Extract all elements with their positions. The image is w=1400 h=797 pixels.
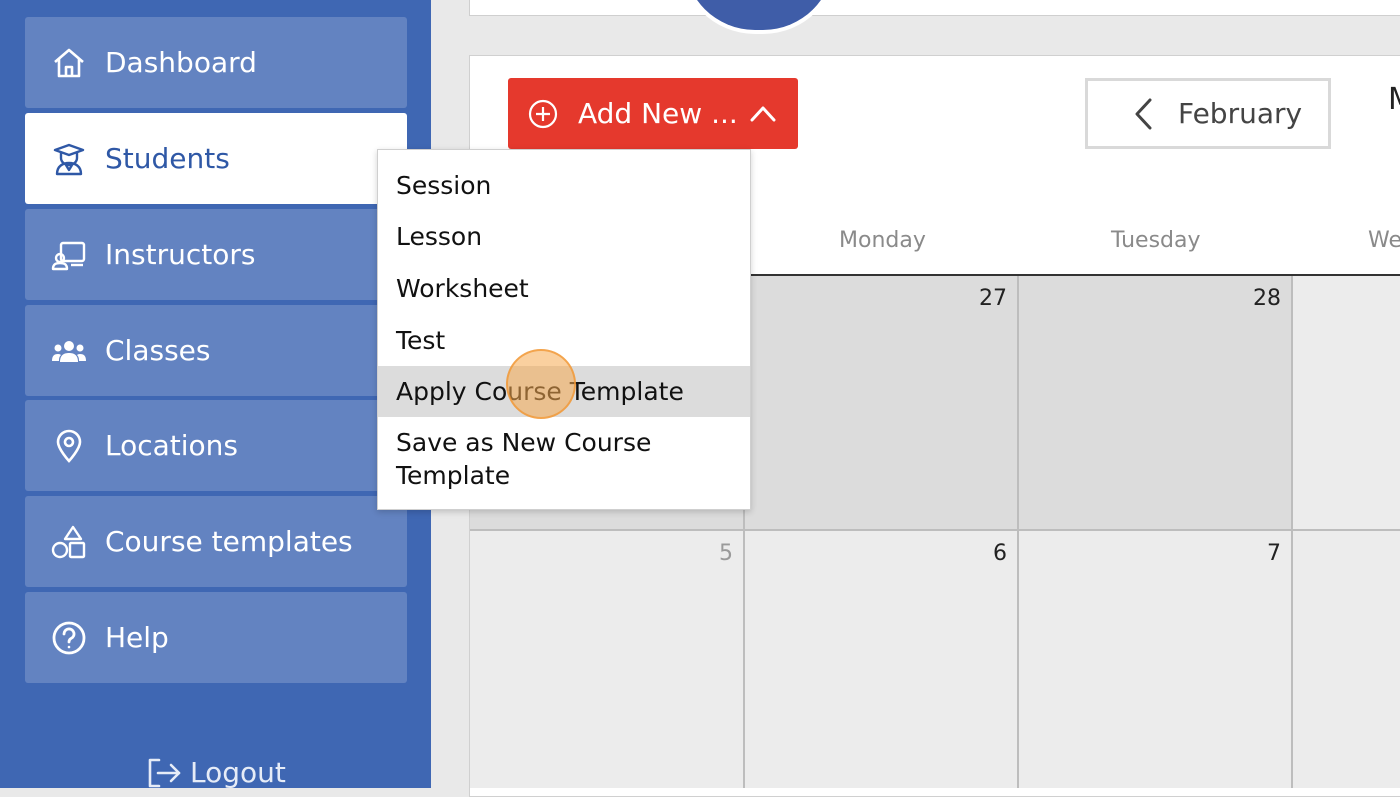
day-header-monday: Monday (839, 228, 926, 253)
sidebar-item-classes[interactable]: Classes (25, 305, 407, 396)
menu-item-test[interactable]: Test (378, 324, 750, 357)
sidebar-item-label: Help (105, 621, 169, 654)
avatar[interactable] (680, 0, 838, 34)
chevron-left-icon (1130, 97, 1158, 131)
sidebar-item-label: Locations (105, 429, 239, 462)
calendar-day-cell[interactable] (1293, 531, 1400, 788)
calendar-day-cell[interactable]: 27 (745, 276, 1019, 531)
calendar-day-cell[interactable]: 6 (745, 531, 1019, 788)
previous-month-button[interactable]: February (1085, 78, 1331, 149)
menu-item-worksheet[interactable]: Worksheet (378, 272, 750, 305)
day-header-tuesday: Tuesday (1111, 228, 1201, 253)
calendar-day-cell[interactable]: 5 (470, 531, 745, 788)
sidebar: Dashboard Students Instructors Classes L… (0, 0, 431, 789)
sidebar-item-instructors[interactable]: Instructors (25, 209, 407, 300)
clipped-header-text: M (1388, 82, 1400, 117)
logout-icon (146, 757, 182, 789)
graduate-icon (51, 141, 87, 177)
menu-item-save-as-new-course-template[interactable]: Save as New Course Template (378, 426, 678, 492)
sidebar-item-locations[interactable]: Locations (25, 400, 407, 491)
sidebar-item-label: Instructors (105, 238, 256, 271)
chevron-up-icon (748, 99, 778, 129)
sidebar-item-dashboard[interactable]: Dashboard (25, 17, 407, 108)
sidebar-item-label: Classes (105, 334, 211, 367)
sidebar-item-label: Students (105, 142, 230, 175)
add-new-dropdown-menu: Session Lesson Worksheet Test Apply Cour… (377, 149, 751, 510)
group-icon (51, 333, 87, 369)
sidebar-item-course-templates[interactable]: Course templates (25, 496, 407, 587)
menu-item-lesson[interactable]: Lesson (378, 220, 750, 253)
click-indicator (506, 349, 576, 419)
logout-label: Logout (190, 756, 286, 789)
sidebar-item-label: Course templates (105, 525, 353, 558)
day-number: 6 (993, 541, 1007, 566)
sidebar-item-label: Dashboard (105, 46, 257, 79)
add-new-label: Add New ... (578, 97, 738, 130)
day-number: 5 (719, 541, 733, 566)
plus-circle-icon (528, 99, 558, 129)
sidebar-item-students[interactable]: Students (25, 113, 407, 204)
menu-item-session[interactable]: Session (378, 169, 750, 202)
help-icon (51, 620, 87, 656)
top-bar (469, 0, 1400, 16)
calendar-day-cell[interactable] (1293, 276, 1400, 531)
month-label: February (1178, 97, 1303, 130)
add-new-button[interactable]: Add New ... (508, 78, 798, 149)
sidebar-item-help[interactable]: Help (25, 592, 407, 683)
shapes-icon (51, 524, 87, 560)
day-header-wednesday: We (1368, 228, 1400, 253)
day-number: 28 (1253, 286, 1281, 311)
calendar-day-cell[interactable]: 28 (1019, 276, 1293, 531)
day-number: 27 (979, 286, 1007, 311)
day-number: 7 (1267, 541, 1281, 566)
home-icon (51, 45, 87, 81)
instructor-icon (51, 237, 87, 273)
map-pin-icon (51, 428, 87, 464)
logout-link[interactable]: Logout (146, 756, 286, 789)
calendar-day-cell[interactable]: 7 (1019, 531, 1293, 788)
